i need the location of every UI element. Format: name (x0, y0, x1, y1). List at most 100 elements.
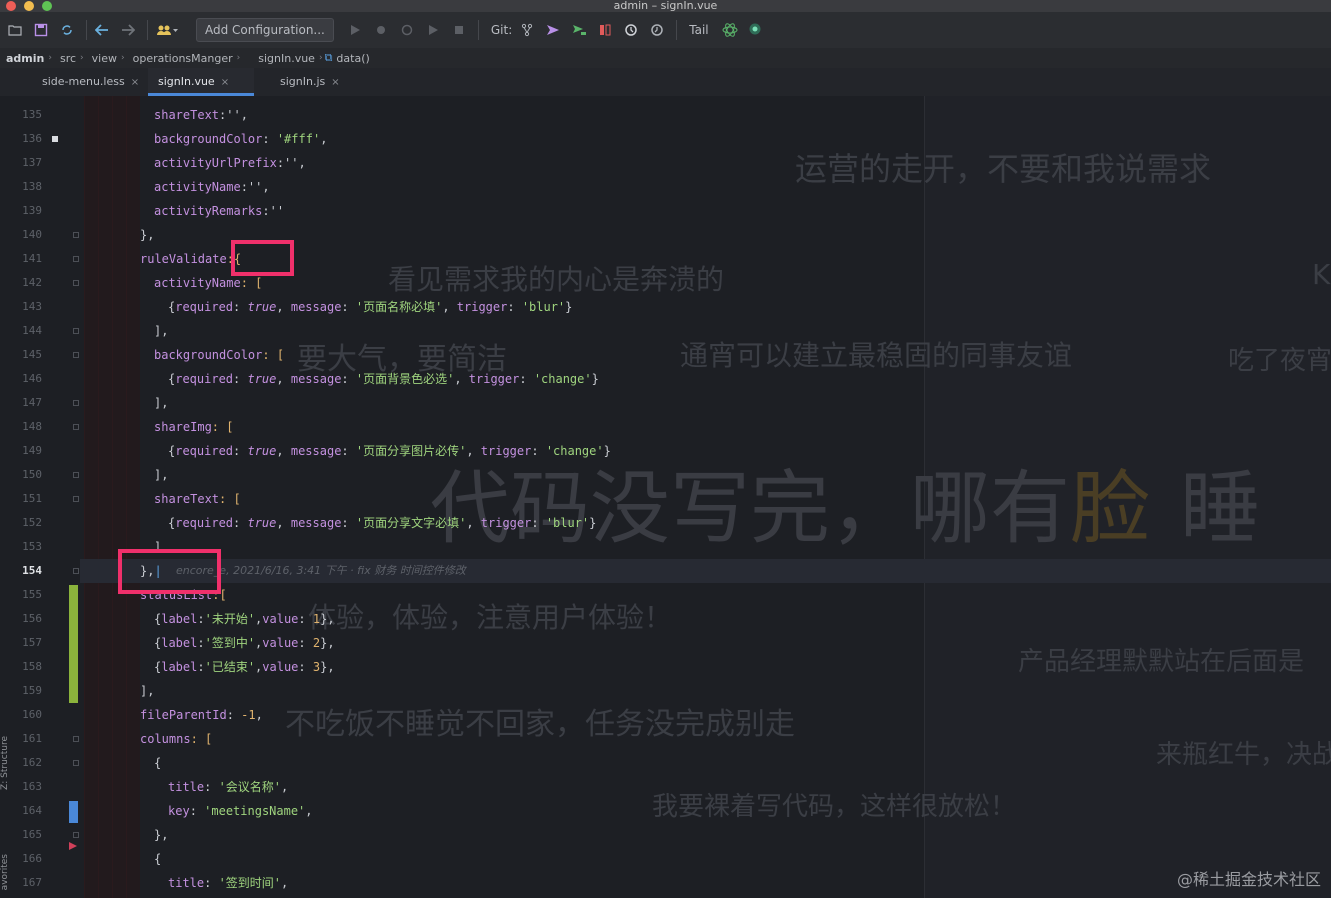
code-key: required (175, 516, 234, 530)
stop-icon[interactable] (448, 19, 470, 41)
tail-label[interactable]: Tail (689, 23, 708, 37)
zoom-window-button[interactable] (42, 1, 52, 11)
line-number: 158 (22, 660, 42, 673)
code-key: message (290, 372, 342, 386)
code-text: , (466, 444, 481, 458)
line-number: 148 (22, 420, 42, 433)
code-boolean: true (247, 372, 277, 386)
toolbar-separator (676, 20, 678, 40)
fold-marker-icon[interactable] (73, 760, 79, 766)
code-key: trigger (468, 372, 520, 386)
close-tab-icon[interactable]: × (131, 77, 139, 88)
git-push-icon[interactable] (542, 19, 564, 41)
fold-marker-icon[interactable] (73, 568, 79, 574)
fold-marker-icon[interactable] (73, 472, 79, 478)
vcs-modified-marker[interactable] (69, 801, 78, 823)
toolbar-separator (147, 20, 148, 40)
save-icon[interactable] (30, 19, 52, 41)
code-string: 'meetingsName' (204, 804, 306, 818)
fold-marker-icon[interactable] (73, 832, 79, 838)
fold-marker-icon[interactable] (73, 424, 79, 430)
fold-marker-icon[interactable] (73, 496, 79, 502)
code-text: :'', (276, 156, 306, 170)
fold-marker-icon[interactable] (73, 736, 79, 742)
breadcrumb-file[interactable]: signIn.vue (258, 52, 315, 65)
vcs-deleted-marker[interactable] (69, 842, 77, 850)
code-text: : (233, 300, 248, 314)
code-text: : (197, 612, 205, 626)
search-everywhere-icon[interactable] (745, 19, 767, 41)
sync-icon[interactable] (56, 19, 78, 41)
watermark-text: @稀土掘金技术社区 (1176, 870, 1321, 889)
git-history-icon[interactable] (620, 19, 642, 41)
code-text: :'' (262, 204, 285, 218)
code-key: value (262, 612, 299, 626)
code-text: : (298, 660, 313, 674)
code-text: :'', (240, 180, 270, 194)
minimize-window-button[interactable] (24, 1, 34, 11)
code-key: required (175, 300, 234, 314)
fold-marker-icon[interactable] (73, 352, 79, 358)
code-line: {label:'签到中',value: 2}, (154, 631, 1074, 655)
code-string: 'blur' (545, 516, 590, 530)
code-number: 3 (312, 660, 321, 674)
users-dropdown-icon[interactable] (152, 19, 182, 41)
tab-signin-vue[interactable]: signIn.vue × (148, 68, 254, 96)
breadcrumb-method[interactable]: data() (336, 52, 369, 65)
code-string: '页面名称必填' (355, 300, 443, 314)
window-titlebar: admin – signIn.vue (0, 0, 1331, 12)
code-editor[interactable]: 运营的走开，不要和我说需求 看见需求我的内心是奔溃的 K 要大气，要简洁 通宵可… (0, 96, 1331, 898)
code-string: '页面分享文字必填' (355, 516, 467, 530)
tab-signin-js[interactable]: signIn.js × (270, 68, 350, 96)
code-line: title: '签到时间', (168, 871, 1088, 895)
debug-icon[interactable] (370, 19, 392, 41)
line-number: 152 (22, 516, 42, 529)
bookmark-marker[interactable] (52, 136, 58, 142)
code-line: { (154, 756, 162, 770)
git-branch-icon[interactable] (516, 19, 538, 41)
breadcrumb-src[interactable]: src (60, 52, 76, 65)
code-key: shareImg (154, 420, 212, 434)
close-tab-icon[interactable]: × (331, 77, 339, 88)
tab-side-menu-less[interactable]: side-menu.less × (32, 68, 149, 96)
code-text: : (197, 660, 205, 674)
code-text: : (341, 444, 356, 458)
code-text: , (305, 804, 313, 818)
code-number: 2 (312, 636, 321, 650)
structure-tool-tab[interactable]: Z: Structure (0, 736, 10, 790)
code-key: required (175, 372, 234, 386)
code-text: , (276, 300, 291, 314)
forward-arrow-icon[interactable] (117, 19, 139, 41)
fold-marker-icon[interactable] (73, 328, 79, 334)
code-key: message (290, 444, 342, 458)
favorites-tool-tab[interactable]: avorites (0, 854, 10, 890)
code-key: backgroundColor (154, 132, 263, 146)
line-number: 135 (22, 108, 42, 121)
fold-marker-icon[interactable] (73, 232, 79, 238)
close-tab-icon[interactable]: × (221, 77, 229, 88)
code-line: {required: true, message: '页面名称必填', trig… (168, 295, 1088, 319)
line-number: 157 (22, 636, 42, 649)
back-arrow-icon[interactable] (91, 19, 113, 41)
coverage-icon[interactable] (396, 19, 418, 41)
fold-marker-icon[interactable] (73, 256, 79, 262)
git-rollback-icon[interactable] (646, 19, 668, 41)
react-atom-icon[interactable] (719, 19, 741, 41)
breadcrumb-operations-manger[interactable]: operationsManger (133, 52, 233, 65)
code-key: columns (140, 732, 191, 746)
close-window-button[interactable] (6, 1, 16, 11)
fold-marker-icon[interactable] (73, 280, 79, 286)
code-key: fileParentId (140, 708, 227, 722)
vcs-added-marker[interactable] (69, 585, 78, 703)
git-commit-icon[interactable] (568, 19, 590, 41)
run-icon[interactable] (344, 19, 366, 41)
breadcrumb-view[interactable]: view (92, 52, 117, 65)
fold-marker-icon[interactable] (73, 400, 79, 406)
open-folder-icon[interactable] (4, 19, 26, 41)
git-compare-icon[interactable] (594, 19, 616, 41)
add-configuration-button[interactable]: Add Configuration... (196, 18, 334, 42)
breadcrumb-project[interactable]: admin (6, 52, 44, 65)
profile-icon[interactable] (422, 19, 444, 41)
line-number: 155 (22, 588, 42, 601)
code-key: message (290, 300, 342, 314)
